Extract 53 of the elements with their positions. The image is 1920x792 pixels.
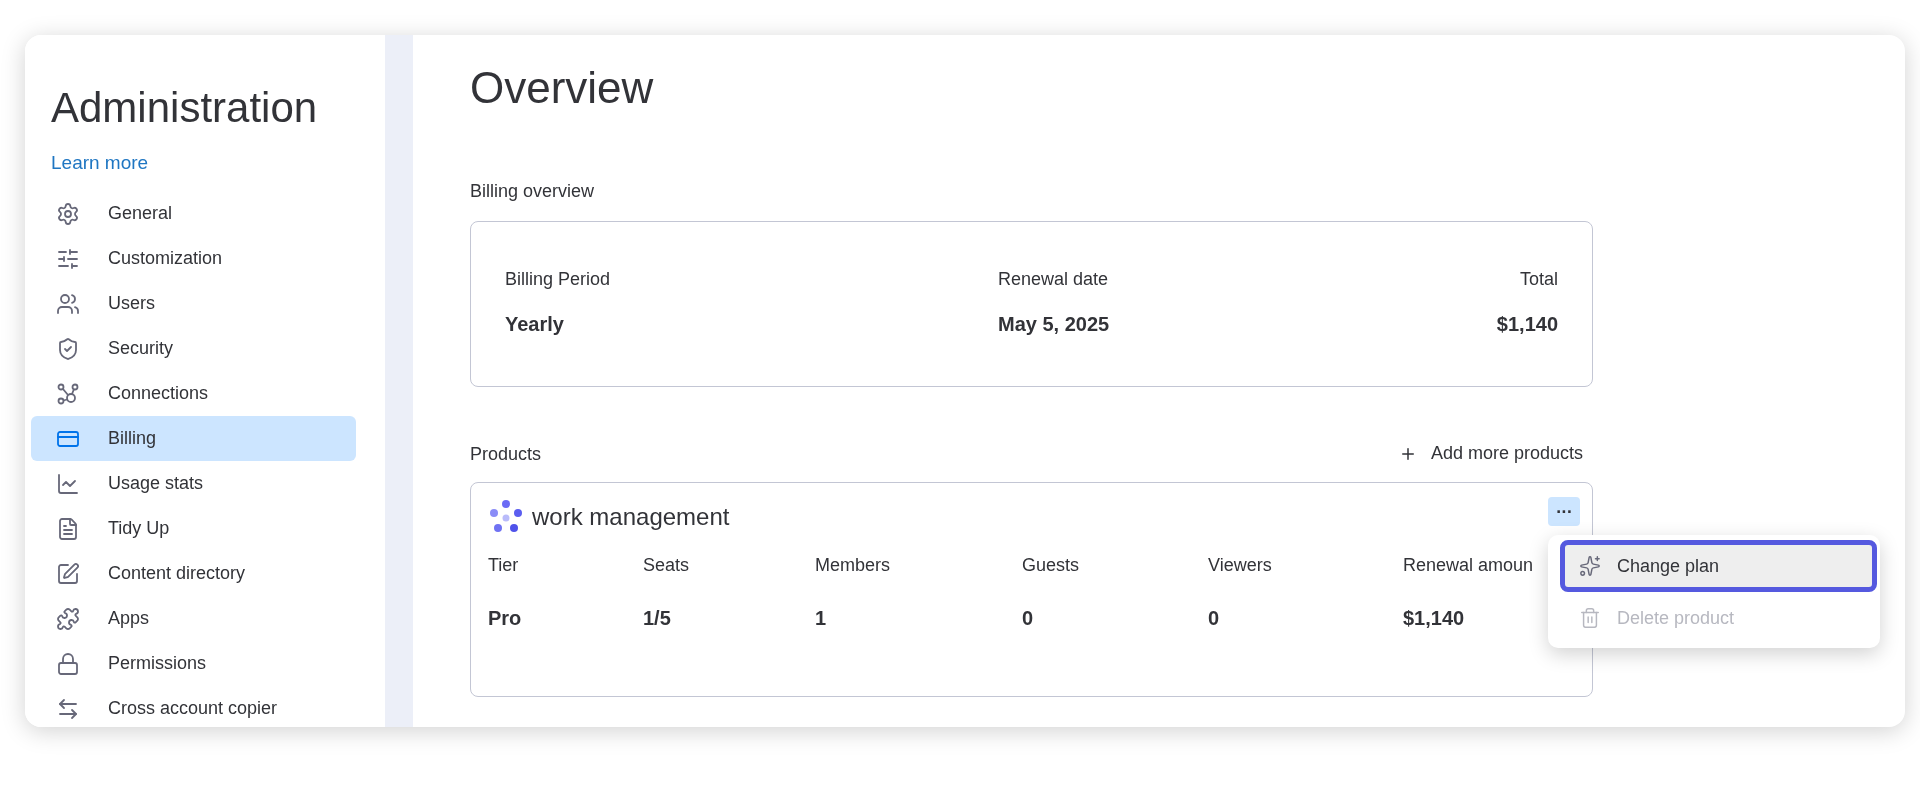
edit-document-icon [56,561,80,586]
sidebar-item[interactable]: Users [31,281,356,326]
section-heading: Products [470,442,542,466]
sidebar-item[interactable]: Content directory [31,551,356,596]
column-value: 0 [1022,606,1035,631]
more-button[interactable]: ··· [1548,497,1580,526]
gear-icon [56,201,80,226]
menu-item[interactable]: Change plan [1560,540,1877,592]
product-name: work management [532,502,730,532]
field-value: $1,140 [1496,312,1558,337]
field-label: Renewal date [998,268,1110,291]
column-value: $1,140 [1403,606,1466,631]
column-label: Renewal amoun [1403,554,1535,577]
sidebar-item[interactable]: Apps [31,596,356,641]
column-value: 1/5 [643,606,672,631]
section-heading: Billing overview [470,180,596,203]
sidebar-item[interactable]: Security [31,326,356,371]
sidebar-item[interactable]: Connections [31,371,356,416]
column-label: Viewers [1208,554,1273,577]
sidebar-item[interactable]: Customization [31,236,356,281]
arrows-icon [56,696,80,721]
sparkles-icon [1579,555,1601,577]
column-label: Tier [488,554,520,577]
learn-more-link[interactable]: Learn more [51,151,149,175]
field-value: May 5, 2025 [998,312,1111,337]
add-products-button[interactable]: Add more products [1388,439,1593,468]
sliders-icon [56,246,80,271]
document-icon [56,516,80,541]
connections-icon [56,381,80,406]
column-label: Members [815,554,891,577]
lock-icon [56,651,80,676]
column-value: 0 [1208,606,1221,631]
field-label: Billing Period [505,268,612,291]
shield-icon [56,336,80,361]
sidebar-title: Administration [50,83,319,133]
sidebar-item[interactable]: Usage stats [31,461,356,506]
column-label: Seats [643,554,691,577]
sidebar-item[interactable]: Tidy Up [31,506,356,551]
column-label: Guests [1022,554,1081,577]
sidebar-item[interactable]: General [31,191,356,236]
users-icon [56,291,80,316]
column-value: Pro [488,606,523,631]
line-chart-icon [56,471,80,496]
sidebar-item[interactable]: Billing [31,416,356,461]
logo-icon [488,499,524,535]
sidebar-item[interactable]: Cross account copier [31,686,356,727]
puzzle-icon [56,606,80,631]
column-value: 1 [815,606,828,631]
field-value: Yearly [505,312,565,337]
trash-icon [1579,607,1601,629]
field-label: Total [1518,268,1558,291]
sidebar-item[interactable]: Permissions [31,641,356,686]
page-title: Overview [470,62,655,114]
